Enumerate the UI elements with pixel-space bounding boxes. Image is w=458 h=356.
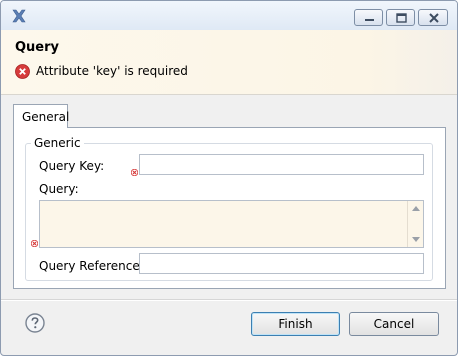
tab-label: General — [22, 110, 70, 124]
tab-general[interactable]: General — [13, 104, 70, 128]
footer-separator — [1, 299, 457, 301]
query-reference-input[interactable] — [139, 253, 424, 274]
close-button[interactable] — [418, 9, 448, 26]
query-label: Query: — [39, 182, 79, 196]
generic-group: Generic Query Key: Query: Query Referenc… — [25, 136, 433, 281]
query-key-input[interactable] — [139, 154, 424, 175]
minimize-button[interactable] — [354, 9, 383, 26]
query-key-label: Query Key: — [39, 159, 105, 173]
error-message: Attribute 'key' is required — [36, 64, 188, 78]
close-icon — [429, 13, 439, 23]
dialog-window: Query Attribute 'key' is required Genera… — [0, 0, 458, 356]
scroll-up-arrow-icon[interactable] — [412, 206, 420, 211]
minimize-icon — [365, 19, 374, 21]
wizard-header: Query Attribute 'key' is required — [1, 30, 457, 95]
group-legend: Generic — [31, 136, 84, 150]
error-icon — [15, 64, 30, 79]
maximize-icon — [396, 13, 407, 23]
required-error-icon — [131, 169, 138, 176]
query-textarea[interactable] — [39, 200, 424, 248]
finish-button[interactable]: Finish — [251, 312, 340, 336]
maximize-button[interactable] — [386, 9, 415, 26]
required-error-icon — [31, 240, 38, 247]
page-title: Query — [15, 40, 60, 55]
cancel-button[interactable]: Cancel — [349, 312, 439, 336]
title-bar[interactable] — [1, 1, 457, 30]
query-reference-label: Query Reference: — [39, 259, 144, 273]
tab-panel-general: Generic Query Key: Query: Query Referenc… — [13, 127, 446, 289]
scroll-down-arrow-icon[interactable] — [412, 237, 420, 242]
help-icon[interactable] — [25, 313, 45, 333]
query-scrollbar[interactable] — [407, 201, 423, 247]
app-icon — [12, 9, 26, 23]
